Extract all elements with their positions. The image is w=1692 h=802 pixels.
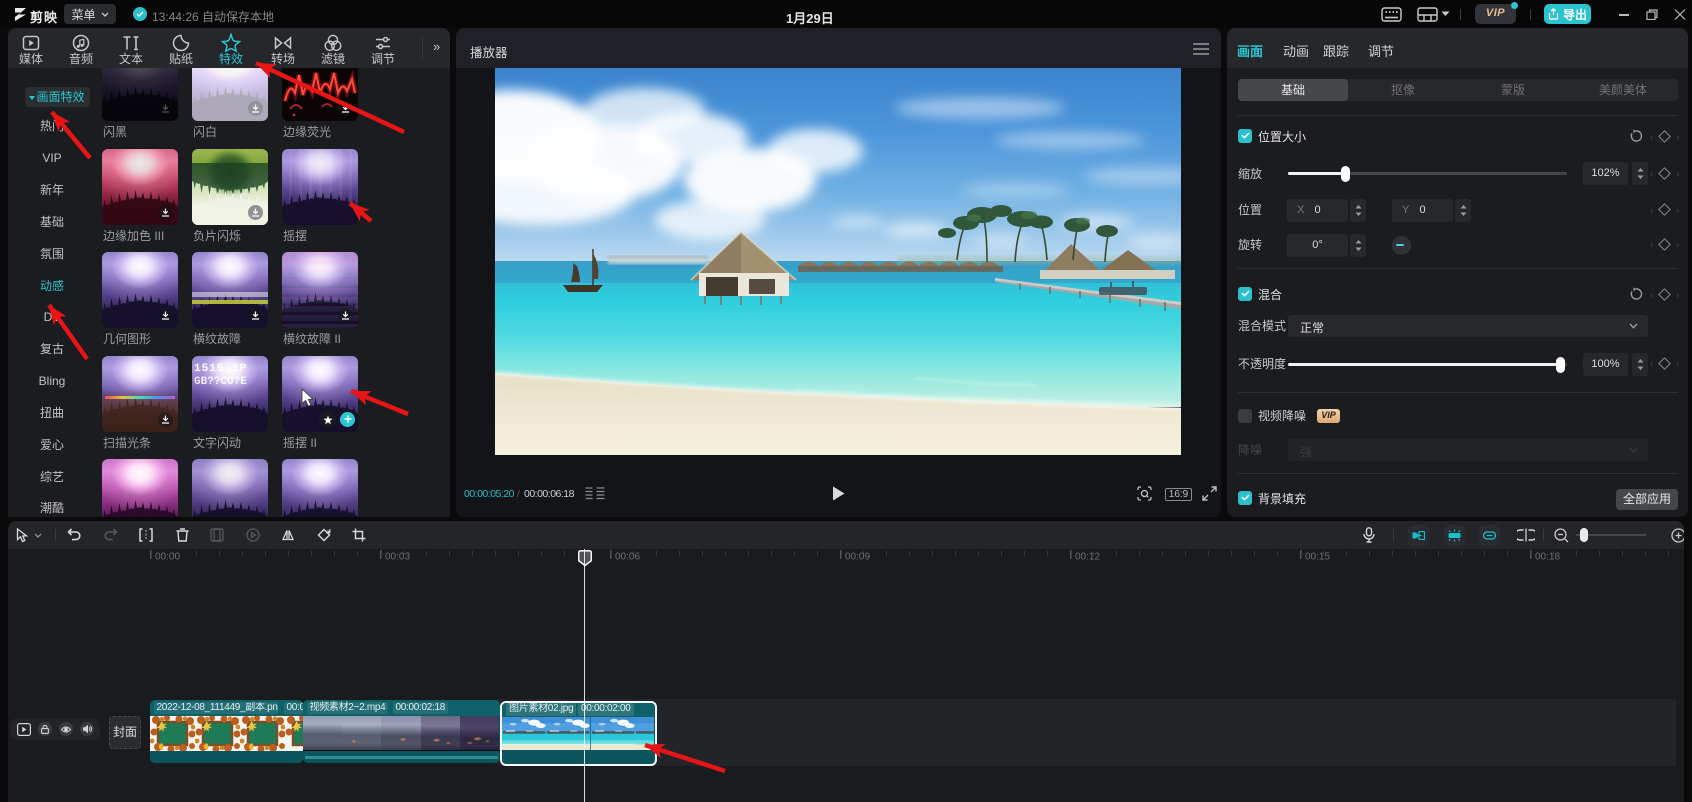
- svg-text:00:18: 00:18: [1535, 552, 1560, 563]
- svg-text:00:06: 00:06: [615, 552, 640, 563]
- svg-text:00:09: 00:09: [845, 552, 870, 563]
- svg-text:00:03: 00:03: [385, 552, 410, 563]
- svg-text:00:12: 00:12: [1075, 552, 1100, 563]
- svg-text:00:00: 00:00: [155, 552, 180, 563]
- svg-text:00:15: 00:15: [1305, 552, 1330, 563]
